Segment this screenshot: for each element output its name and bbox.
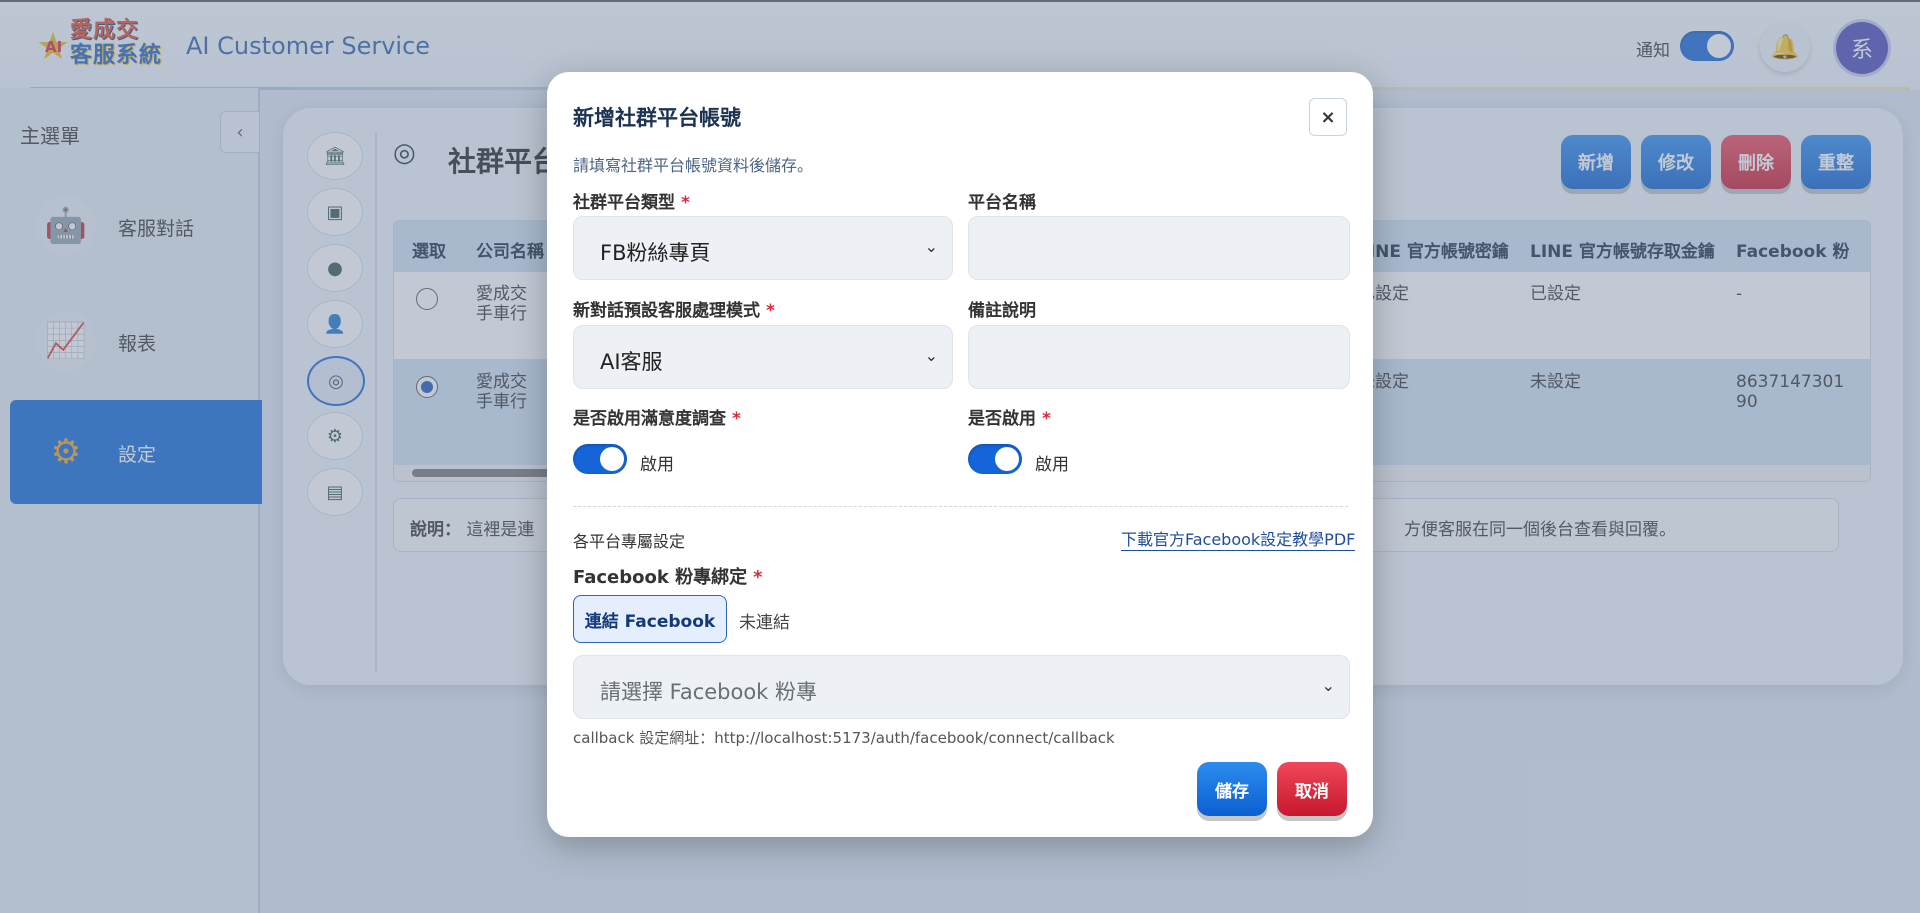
required-mark: * <box>732 409 741 429</box>
select-value: AI客服 <box>600 350 663 374</box>
remark-label: 備註說明 <box>968 301 1036 321</box>
survey-toggle[interactable] <box>573 444 627 474</box>
toggle-knob <box>995 447 1019 471</box>
modal-subtitle: 請填寫社群平台帳號資料後儲存。 <box>573 156 814 175</box>
required-mark: * <box>753 567 763 588</box>
cancel-button[interactable]: 取消 <box>1277 762 1347 816</box>
save-button[interactable]: 儲存 <box>1197 762 1267 816</box>
chevron-down-icon: ⌄ <box>1321 676 1335 695</box>
app-root: ★ AI 愛成交 客服系統 AI Customer Service 通知 🔔 系… <box>0 0 1920 913</box>
default-mode-select[interactable]: AI客服 ⌄ <box>573 325 953 389</box>
close-icon[interactable]: × <box>1309 98 1347 136</box>
remark-input[interactable] <box>968 325 1350 389</box>
section-label: 各平台專屬設定 <box>573 532 686 551</box>
survey-label: 是否啟用滿意度調查 * <box>573 404 741 429</box>
platform-name-label: 平台名稱 <box>968 193 1036 213</box>
pdf-download-link[interactable]: 下載官方Facebook設定教學PDF <box>1121 526 1356 551</box>
platform-name-input[interactable] <box>968 216 1350 280</box>
enable-label: 是否啟用 * <box>968 404 1051 429</box>
label-text: Facebook 粉專綁定 <box>573 567 748 588</box>
label-text: 新對話預設客服處理模式 <box>573 301 760 321</box>
label-text: 是否啟用 <box>968 409 1036 429</box>
survey-toggle-label: 啟用 <box>640 455 674 475</box>
select-value: FB粉絲專頁 <box>600 241 711 265</box>
required-mark: * <box>766 301 775 321</box>
callback-url-text: callback 設定網址：http://localhost:5173/auth… <box>573 729 1115 747</box>
required-mark: * <box>1042 409 1051 429</box>
add-platform-modal: 新增社群平台帳號 × 請填寫社群平台帳號資料後儲存。 社群平台類型 * FB粉絲專… <box>547 72 1373 837</box>
required-mark: * <box>681 193 690 213</box>
label-text: 社群平台類型 <box>573 193 675 213</box>
default-mode-label: 新對話預設客服處理模式 * <box>573 296 775 321</box>
select-placeholder: 請選擇 Facebook 粉專 <box>600 680 818 704</box>
platform-type-select[interactable]: FB粉絲專頁 ⌄ <box>573 216 953 280</box>
platform-type-label: 社群平台類型 * <box>573 188 690 213</box>
fb-page-select[interactable]: 請選擇 Facebook 粉專 ⌄ <box>573 655 1350 719</box>
toggle-knob <box>600 447 624 471</box>
fb-bind-label: Facebook 粉專綁定 * <box>573 563 763 589</box>
enable-toggle[interactable] <box>968 444 1022 474</box>
label-text: 是否啟用滿意度調查 <box>573 409 726 429</box>
section-divider <box>573 506 1348 507</box>
fb-connection-status: 未連結 <box>739 613 790 633</box>
connect-facebook-button[interactable]: 連結 Facebook <box>573 595 727 643</box>
chevron-down-icon: ⌄ <box>924 237 938 256</box>
chevron-down-icon: ⌄ <box>924 346 938 365</box>
enable-toggle-label: 啟用 <box>1035 455 1069 475</box>
modal-title: 新增社群平台帳號 <box>573 106 741 130</box>
